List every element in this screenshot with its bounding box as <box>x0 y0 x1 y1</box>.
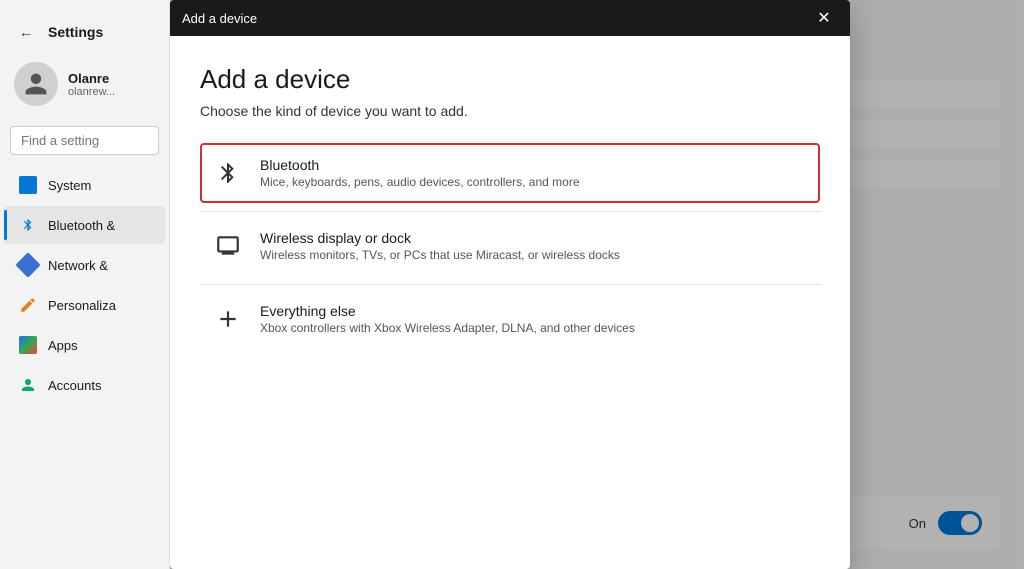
modal-body: Add a device Choose the kind of device y… <box>170 36 850 569</box>
bluetooth-icon <box>18 215 38 235</box>
search-input[interactable] <box>10 126 159 155</box>
personalize-icon <box>18 295 38 315</box>
apps-icon <box>18 335 38 355</box>
nav-label-apps: Apps <box>48 338 78 353</box>
bluetooth-device-icon <box>212 157 244 189</box>
bluetooth-option-title: Bluetooth <box>260 157 580 173</box>
sidebar-item-bluetooth[interactable]: Bluetooth & <box>4 206 165 244</box>
nav-label-personalization: Personaliza <box>48 298 116 313</box>
everything-option-desc: Xbox controllers with Xbox Wireless Adap… <box>260 321 635 335</box>
modal-subtitle: Choose the kind of device you want to ad… <box>200 103 820 119</box>
wireless-option-title: Wireless display or dock <box>260 230 620 246</box>
avatar <box>14 62 58 106</box>
plus-device-icon <box>212 303 244 335</box>
network-icon <box>18 255 38 275</box>
sidebar-header: ← Settings <box>0 10 169 52</box>
main-content: On Add a device ✕ Add a device Choose th… <box>170 0 1024 569</box>
everything-option-title: Everything else <box>260 303 635 319</box>
divider-2 <box>200 284 820 285</box>
sidebar-item-personalization[interactable]: Personaliza <box>4 286 165 324</box>
accounts-icon <box>18 375 38 395</box>
system-icon <box>18 175 38 195</box>
everything-option-text: Everything else Xbox controllers with Xb… <box>260 303 635 335</box>
back-button[interactable]: ← <box>12 18 40 46</box>
sidebar-item-network[interactable]: Network & <box>4 246 165 284</box>
bluetooth-option-text: Bluetooth Mice, keyboards, pens, audio d… <box>260 157 580 189</box>
modal-close-button[interactable]: ✕ <box>810 4 838 32</box>
nav-label-network: Network & <box>48 258 108 273</box>
nav-label-system: System <box>48 178 91 193</box>
wireless-option-desc: Wireless monitors, TVs, or PCs that use … <box>260 248 620 262</box>
add-device-modal: Add a device ✕ Add a device Choose the k… <box>170 0 850 569</box>
user-name: Olanre <box>68 71 115 86</box>
modal-heading: Add a device <box>200 64 820 95</box>
device-option-everything[interactable]: Everything else Xbox controllers with Xb… <box>200 289 820 349</box>
user-email: olanrew... <box>68 86 115 98</box>
nav-label-accounts: Accounts <box>48 378 101 393</box>
sidebar-item-system[interactable]: System <box>4 166 165 204</box>
monitor-device-icon <box>212 230 244 262</box>
sidebar-item-apps[interactable]: Apps <box>4 326 165 364</box>
nav-label-bluetooth: Bluetooth & <box>48 218 115 233</box>
sidebar-nav: System Bluetooth & Network & <box>0 165 169 405</box>
sidebar-item-accounts[interactable]: Accounts <box>4 366 165 404</box>
device-option-wireless[interactable]: Wireless display or dock Wireless monito… <box>200 216 820 276</box>
sidebar: ← Settings Olanre olanrew... System <box>0 0 170 569</box>
wireless-option-text: Wireless display or dock Wireless monito… <box>260 230 620 262</box>
modal-titlebar: Add a device ✕ <box>170 0 850 36</box>
divider-1 <box>200 211 820 212</box>
user-section: Olanre olanrew... <box>0 52 169 116</box>
user-info: Olanre olanrew... <box>68 71 115 98</box>
device-option-bluetooth[interactable]: Bluetooth Mice, keyboards, pens, audio d… <box>200 143 820 203</box>
sidebar-title: Settings <box>48 24 103 40</box>
modal-titlebar-title: Add a device <box>182 11 257 26</box>
modal-overlay: Add a device ✕ Add a device Choose the k… <box>170 0 1024 569</box>
bluetooth-option-desc: Mice, keyboards, pens, audio devices, co… <box>260 175 580 189</box>
